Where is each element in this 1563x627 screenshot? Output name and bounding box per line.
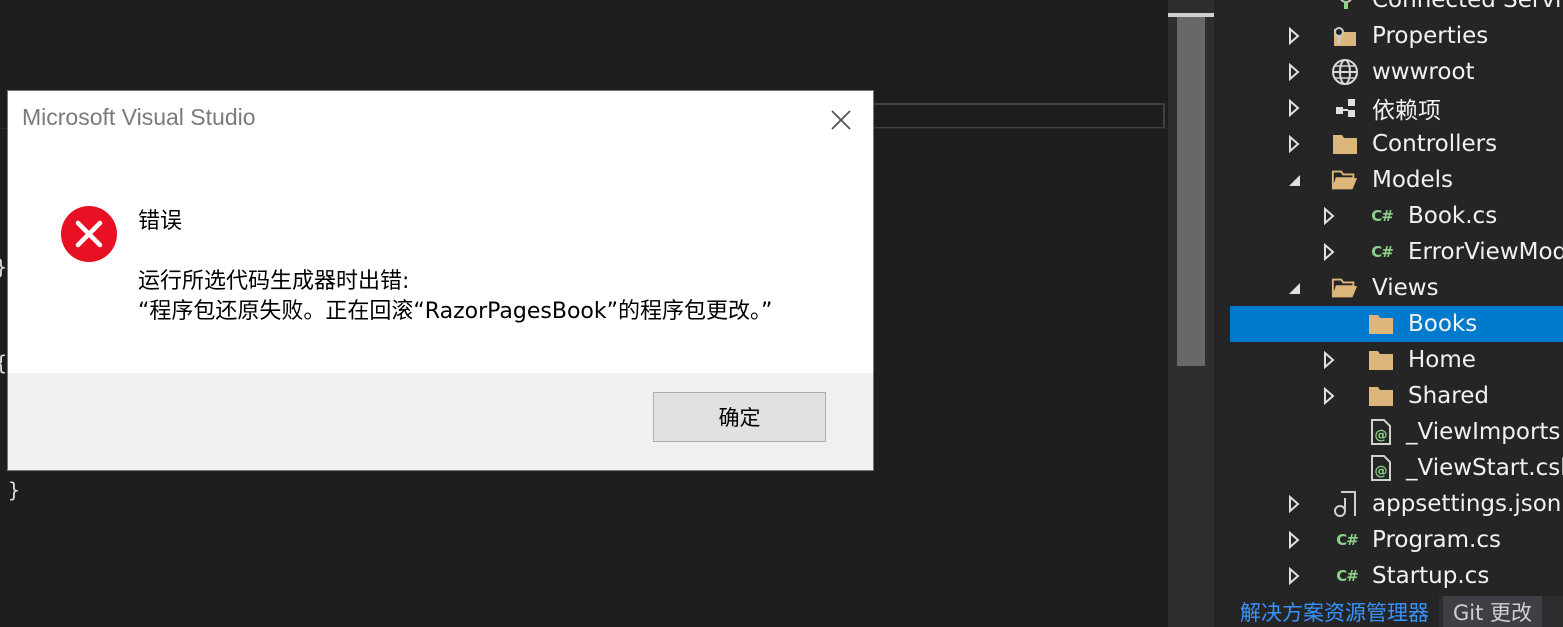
folder-icon — [1367, 310, 1395, 338]
editor-scrollbar[interactable] — [1168, 0, 1214, 627]
expand-arrow-icon[interactable] — [1284, 558, 1304, 594]
csharp-file-icon: C# — [1336, 567, 1359, 585]
tree-item-home[interactable]: Home — [1230, 342, 1563, 378]
tree-item-label: Startup.cs — [1372, 563, 1490, 589]
folder-icon — [1367, 382, 1395, 410]
find-bar[interactable] — [860, 103, 1165, 129]
tree-item-books[interactable]: Books — [1230, 306, 1563, 342]
tool-window-tabs: 解决方案资源管理器 Git 更改 — [1230, 596, 1563, 627]
folder-open-icon — [1331, 274, 1359, 302]
folder-open-icon — [1331, 166, 1359, 194]
csharp-file-icon: C# — [1371, 207, 1394, 225]
tree-item-views[interactable]: Views — [1230, 270, 1563, 306]
collapse-arrow-icon[interactable] — [1284, 162, 1304, 198]
razor-file-icon: @ — [1367, 418, 1395, 446]
dialog-title: Microsoft Visual Studio — [22, 104, 256, 130]
svg-text:@: @ — [1375, 428, 1388, 443]
code-brace: } — [0, 255, 7, 279]
csharp-file-icon: C# — [1371, 243, 1394, 261]
tree-item-connected-services[interactable]: Connected Servi — [1230, 0, 1563, 18]
tree-item-label: Connected Servi — [1372, 0, 1562, 13]
globe-icon — [1331, 58, 1359, 86]
tree-item-label: Books — [1408, 311, 1478, 337]
expand-arrow-icon[interactable] — [1319, 234, 1339, 270]
tree-item-label: appsettings.json — [1372, 491, 1562, 517]
close-button[interactable] — [826, 105, 856, 135]
tree-item-label: Views — [1372, 275, 1439, 301]
folder-icon — [1331, 130, 1359, 158]
code-brace: } — [8, 478, 21, 502]
tree-item-label: 依赖项 — [1372, 98, 1441, 124]
tree-item-book-cs[interactable]: C# Book.cs — [1230, 198, 1563, 234]
razor-file-icon: @ — [1367, 454, 1395, 482]
tree-item-label: Models — [1372, 167, 1454, 193]
tree-item-program-cs[interactable]: C# Program.cs — [1230, 522, 1563, 558]
expand-arrow-icon[interactable] — [1284, 522, 1304, 558]
tree-item-properties[interactable]: Properties — [1230, 18, 1563, 54]
panel-splitter[interactable] — [1214, 0, 1230, 627]
close-icon — [831, 110, 851, 130]
tree-item-label: _ViewStart.csh — [1406, 455, 1563, 481]
expand-arrow-icon[interactable] — [1284, 90, 1304, 126]
properties-folder-icon — [1331, 22, 1359, 50]
tab-git-changes[interactable]: Git 更改 — [1443, 596, 1543, 627]
tree-item-viewimports[interactable]: @ _ViewImports — [1230, 414, 1563, 450]
csharp-file-icon: C# — [1336, 531, 1359, 549]
tree-item-label: Properties — [1372, 23, 1489, 49]
tree-item-startup-cs[interactable]: C# Startup.cs — [1230, 558, 1563, 594]
tree-item-viewstart[interactable]: @ _ViewStart.csh — [1230, 450, 1563, 486]
dialog-message: 运行所选代码生成器时出错: — [138, 269, 410, 294]
expand-arrow-icon[interactable] — [1319, 198, 1339, 234]
tree-item-label: Shared — [1408, 383, 1489, 409]
dependencies-icon — [1331, 94, 1359, 122]
tree-item-label: Home — [1408, 347, 1476, 373]
tree-item-label: ErrorViewMod — [1408, 239, 1563, 265]
tree-item-wwwroot[interactable]: wwwroot — [1230, 54, 1563, 90]
tab-solution-explorer[interactable]: 解决方案资源管理器 — [1230, 596, 1439, 627]
scrollbar-thumb[interactable] — [1177, 16, 1205, 366]
tree-item-label: Controllers — [1372, 131, 1498, 157]
dialog-titlebar[interactable]: Microsoft Visual Studio — [8, 91, 873, 147]
expand-arrow-icon[interactable] — [1284, 54, 1304, 90]
folder-icon — [1367, 346, 1395, 374]
tree-item-errorviewmodel[interactable]: C# ErrorViewMod — [1230, 234, 1563, 270]
dialog-footer: 确定 — [8, 373, 873, 470]
tree-item-models[interactable]: Models — [1230, 162, 1563, 198]
tree-item-controllers[interactable]: Controllers — [1230, 126, 1563, 162]
json-file-icon — [1331, 490, 1359, 518]
connected-services-icon — [1332, 0, 1360, 14]
scrollbar-marker — [1168, 13, 1214, 17]
tree-item-shared[interactable]: Shared — [1230, 378, 1563, 414]
tree-item-label: wwwroot — [1372, 59, 1475, 85]
solution-explorer: Connected Servi Properties wwwroot 依赖项 C… — [1230, 0, 1563, 627]
error-icon — [60, 205, 118, 263]
tree-item-label: _ViewImports — [1406, 419, 1561, 445]
tree-item-label: Book.cs — [1408, 203, 1498, 229]
expand-arrow-icon[interactable] — [1319, 342, 1339, 378]
error-dialog: Microsoft Visual Studio 错误 运行所选代码生成器时出错:… — [7, 90, 874, 471]
collapse-arrow-icon[interactable] — [1284, 270, 1304, 306]
tree-item-appsettings[interactable]: appsettings.json — [1230, 486, 1563, 522]
svg-text:@: @ — [1375, 464, 1388, 479]
expand-arrow-icon[interactable] — [1284, 486, 1304, 522]
ok-button[interactable]: 确定 — [653, 392, 826, 442]
expand-arrow-icon[interactable] — [1284, 18, 1304, 54]
expand-arrow-icon[interactable] — [1319, 378, 1339, 414]
code-brace: { — [0, 351, 7, 375]
tree-item-dependencies[interactable]: 依赖项 — [1230, 90, 1563, 126]
dialog-message-detail: “程序包还原失败。正在回滚“RazorPagesBook”的程序包更改。” — [138, 299, 773, 324]
dialog-heading: 错误 — [138, 209, 183, 234]
expand-arrow-icon[interactable] — [1284, 126, 1304, 162]
tree-item-label: Program.cs — [1372, 527, 1501, 553]
